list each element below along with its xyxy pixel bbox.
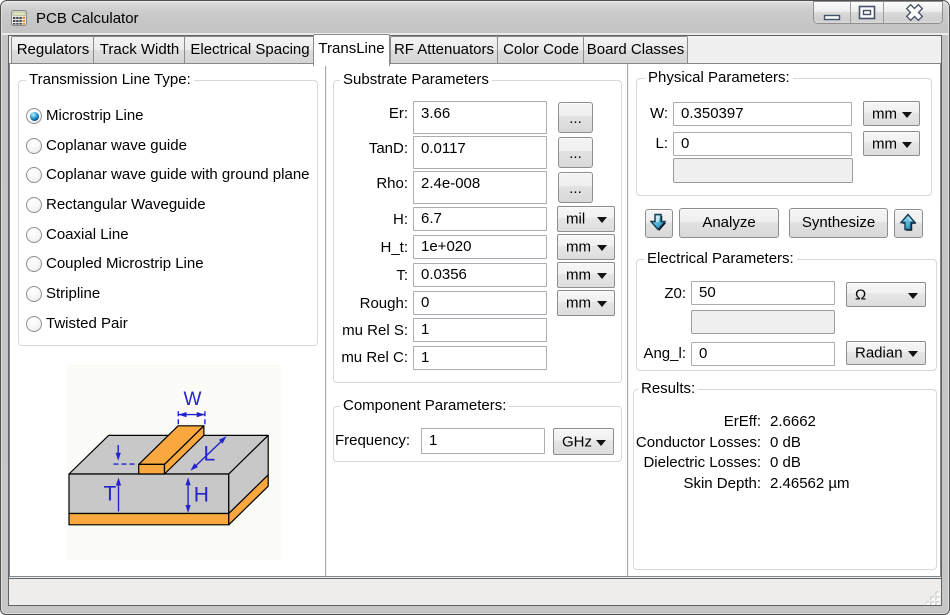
svg-text:H: H — [194, 484, 209, 507]
svg-text:W: W — [184, 389, 202, 410]
svg-text:L: L — [204, 443, 216, 466]
svg-text:T: T — [104, 483, 117, 506]
